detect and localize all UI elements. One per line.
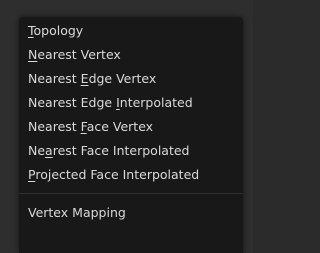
menu-item-label: Nearest Edge Interpolated [28,95,193,110]
menu-item-nearest-face-interpolated[interactable]: Nearest Face Interpolated [19,139,243,163]
menu-item-projected-face-interpolated[interactable]: Projected Face Interpolated [19,163,243,187]
menu-item-nearest-face-vertex[interactable]: Nearest Face Vertex [19,115,243,139]
menu-item-nearest-vertex[interactable]: Nearest Vertex [19,43,243,67]
menu-item-label: Topology [28,23,84,38]
menu-item-vertex-mapping[interactable]: Vertex Mapping [19,201,243,225]
menu-separator [19,193,243,194]
menu-item-label: Nearest Vertex [28,47,121,62]
menu-item-label: Vertex Mapping [28,205,126,220]
menu-item-nearest-edge-interpolated[interactable]: Nearest Edge Interpolated [19,91,243,115]
menu-item-label: Nearest Edge Vertex [28,71,157,86]
menu-item-label: Nearest Face Vertex [28,119,154,134]
menu-item-label: Projected Face Interpolated [28,167,200,182]
menu-item-topology[interactable]: Topology [19,19,243,43]
menu-item-label: Nearest Face Interpolated [28,143,190,158]
menu-item-nearest-edge-vertex[interactable]: Nearest Edge Vertex [19,67,243,91]
dropdown-menu: Topology Nearest Vertex Nearest Edge Ver… [19,17,243,253]
